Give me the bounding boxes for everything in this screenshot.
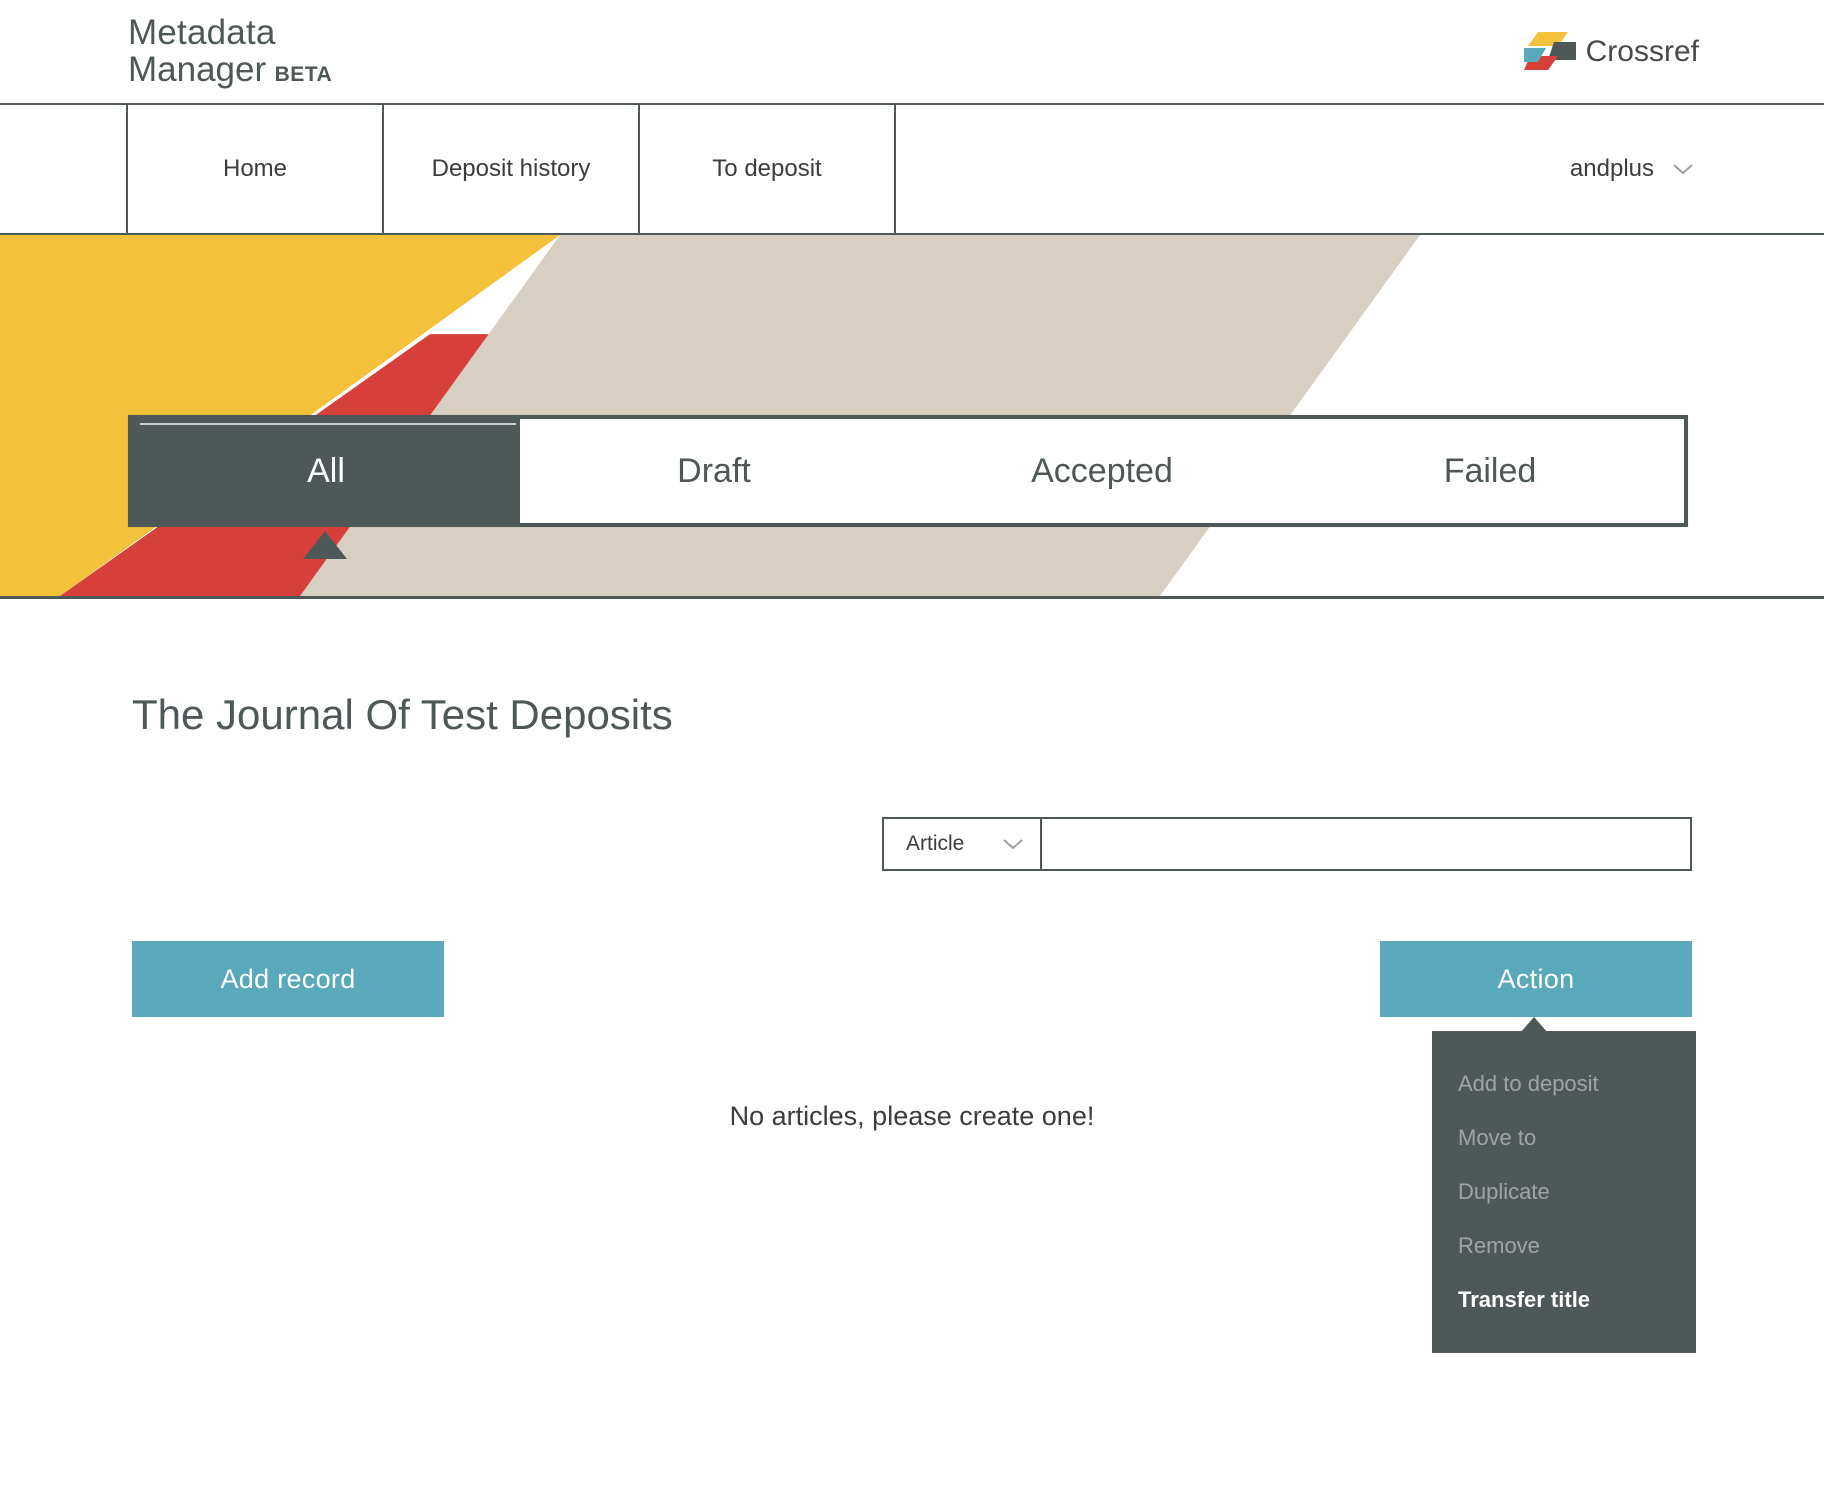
crossref-logo: Crossref xyxy=(1524,26,1699,78)
status-tabs: All Draft Accepted Failed xyxy=(128,415,1688,527)
action-item-remove[interactable]: Remove xyxy=(1432,1219,1696,1273)
app-title-line2: Manager xyxy=(128,50,266,89)
nav-tab-label: To deposit xyxy=(712,155,821,183)
user-menu[interactable]: andplus xyxy=(1570,105,1824,233)
user-name: andplus xyxy=(1570,155,1654,183)
tab-label: Accepted xyxy=(1031,452,1173,491)
menu-item-label: Add to deposit xyxy=(1458,1071,1599,1096)
add-record-button[interactable]: Add record xyxy=(132,941,444,1017)
action-menu: Add to deposit Move to Duplicate Remove … xyxy=(1432,1031,1696,1353)
action-item-transfer-title[interactable]: Transfer title xyxy=(1432,1273,1696,1327)
crossref-wordmark: Crossref xyxy=(1586,35,1699,69)
journal-title: The Journal Of Test Deposits xyxy=(132,691,1692,739)
action-item-add-to-deposit[interactable]: Add to deposit xyxy=(1432,1057,1696,1111)
nav-tab-deposit-history[interactable]: Deposit history xyxy=(384,105,640,233)
search-input[interactable] xyxy=(1042,817,1692,871)
action-button[interactable]: Action xyxy=(1380,941,1692,1017)
menu-item-label: Duplicate xyxy=(1458,1179,1550,1204)
nav-spacer xyxy=(0,105,128,233)
action-menu-pointer-icon xyxy=(1520,1017,1548,1033)
tab-label: Failed xyxy=(1444,452,1537,491)
app-title: Metadata Manager BETA xyxy=(128,15,332,89)
tab-label: Draft xyxy=(677,452,751,491)
record-type-selected: Article xyxy=(906,832,964,856)
menu-item-label: Remove xyxy=(1458,1233,1540,1258)
chevron-down-icon xyxy=(1672,163,1694,175)
nav-tab-label: Deposit history xyxy=(432,155,591,183)
tab-all[interactable]: All xyxy=(132,419,520,523)
button-label: Action xyxy=(1498,964,1575,995)
filter-row: Article xyxy=(132,817,1692,871)
chevron-down-icon xyxy=(1002,838,1024,850)
tab-accepted[interactable]: Accepted xyxy=(908,419,1296,523)
record-type-select[interactable]: Article xyxy=(882,817,1042,871)
button-label: Add record xyxy=(220,964,355,995)
action-item-duplicate[interactable]: Duplicate xyxy=(1432,1165,1696,1219)
nav-tab-label: Home xyxy=(223,155,287,183)
app-title-line1: Metadata xyxy=(128,15,332,52)
hero-banner: All Draft Accepted Failed xyxy=(0,235,1824,599)
action-item-move-to[interactable]: Move to xyxy=(1432,1111,1696,1165)
main-nav: Home Deposit history To deposit andplus xyxy=(0,105,1824,235)
tab-failed[interactable]: Failed xyxy=(1296,419,1684,523)
menu-item-label: Transfer title xyxy=(1458,1287,1590,1312)
menu-item-label: Move to xyxy=(1458,1125,1536,1150)
active-tab-pointer-icon xyxy=(303,531,347,559)
nav-tab-to-deposit[interactable]: To deposit xyxy=(640,105,896,233)
tab-draft[interactable]: Draft xyxy=(520,419,908,523)
crossref-mark-icon xyxy=(1524,26,1576,78)
nav-tab-home[interactable]: Home xyxy=(128,105,384,233)
tab-label: All xyxy=(307,452,345,491)
beta-badge: BETA xyxy=(275,63,333,86)
